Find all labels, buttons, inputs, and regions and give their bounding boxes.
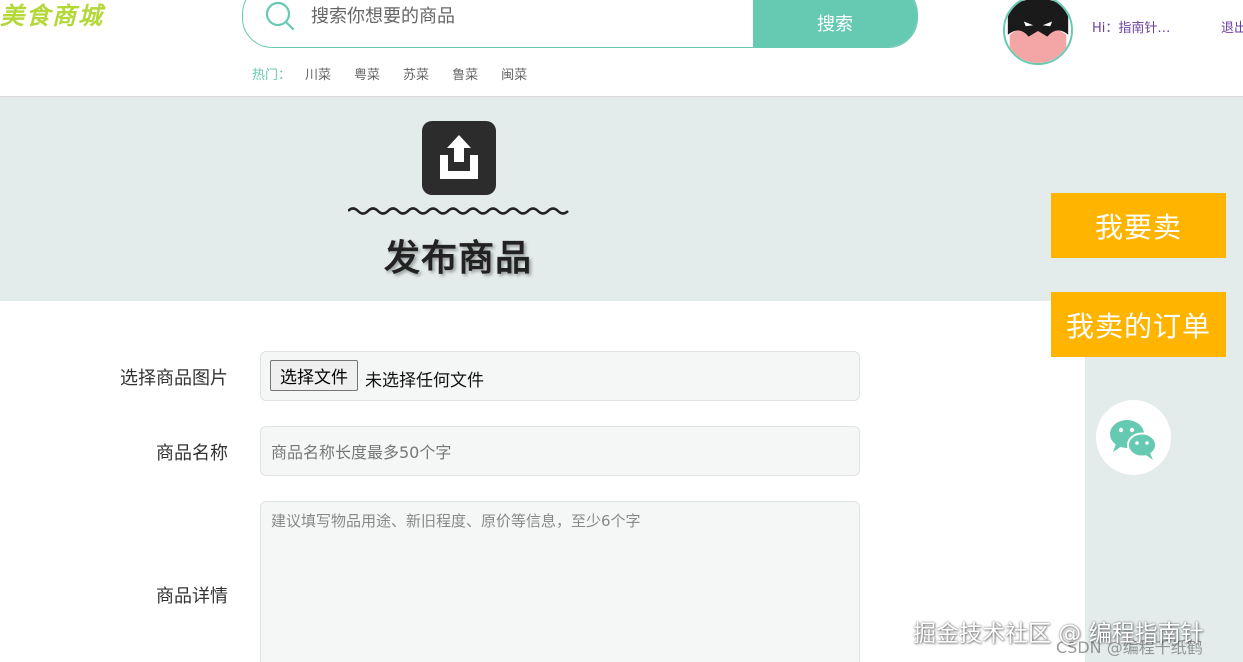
logout-link[interactable]: 退出 <box>1221 17 1243 36</box>
search-input[interactable] <box>311 0 751 33</box>
hot-item[interactable]: 鲁菜 <box>452 64 478 83</box>
hot-item[interactable]: 闽菜 <box>501 64 527 83</box>
name-field-wrap <box>260 426 860 476</box>
watermark: 掘金技术社区 @ 编程指南针 <box>913 621 1204 647</box>
site-logo[interactable]: 美食商城 <box>0 0 104 34</box>
page-title: 发布商品 <box>384 237 533 279</box>
wechat-icon[interactable] <box>1096 400 1171 475</box>
hot-item[interactable]: 粤菜 <box>354 64 380 83</box>
search-button[interactable]: 搜索 <box>753 0 917 47</box>
choose-file-button[interactable]: 选择文件 <box>270 360 358 391</box>
image-upload-field: 选择文件 未选择任何文件 <box>260 351 860 401</box>
upload-icon <box>422 121 496 195</box>
image-label: 选择商品图片 <box>120 368 228 389</box>
avatar[interactable] <box>1003 0 1073 65</box>
hot-item[interactable]: 苏菜 <box>403 64 429 83</box>
hot-item[interactable]: 川菜 <box>305 64 331 83</box>
product-name-input[interactable] <box>271 439 841 465</box>
file-status: 未选择任何文件 <box>365 371 484 391</box>
my-orders-button[interactable]: 我卖的订单 <box>1051 292 1226 357</box>
detail-label: 商品详情 <box>156 586 228 607</box>
hot-categories: 热门： 川菜 粤菜 苏菜 鲁菜 闽菜 <box>252 64 550 83</box>
user-greeting[interactable]: Hi：指南针… <box>1092 17 1170 36</box>
hot-label: 热门： <box>252 68 292 83</box>
search-icon <box>265 1 295 31</box>
wave-divider <box>348 207 569 215</box>
detail-field-wrap <box>260 501 860 662</box>
sell-button[interactable]: 我要卖 <box>1051 193 1226 258</box>
product-detail-textarea[interactable] <box>271 510 846 660</box>
name-label: 商品名称 <box>156 443 228 464</box>
search-bar: 搜索 <box>242 0 918 48</box>
